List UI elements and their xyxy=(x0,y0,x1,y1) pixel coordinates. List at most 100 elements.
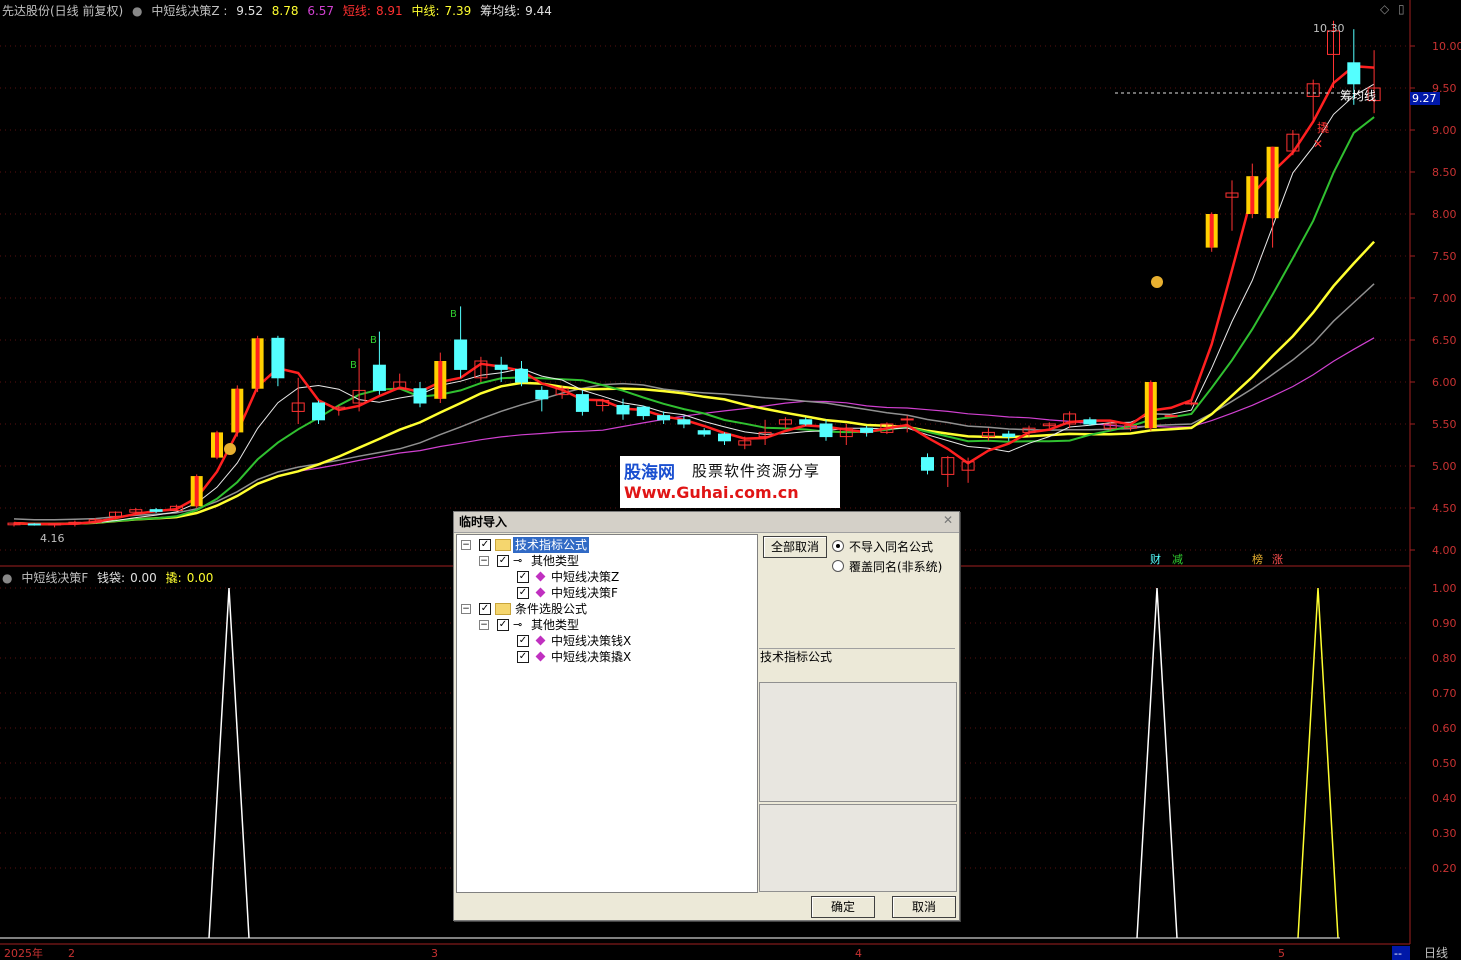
signal-peak xyxy=(1297,587,1339,939)
collapse-icon[interactable]: − xyxy=(461,540,471,550)
money-label: 钱袋: xyxy=(97,571,126,585)
sub-tick-label: 0.50 xyxy=(1432,757,1457,770)
chevron-down-icon[interactable]: ● xyxy=(2,571,12,585)
tree-label-item2[interactable]: 中短线决策F xyxy=(551,585,618,601)
indicator-name[interactable]: 中短线决策Z : xyxy=(151,4,227,18)
candle-core xyxy=(1270,146,1275,219)
price-tick-label: 5.00 xyxy=(1432,460,1457,473)
checkbox-item4[interactable]: ✓ xyxy=(517,651,529,663)
sub-tick-label: 0.70 xyxy=(1432,687,1457,700)
folder-icon xyxy=(495,539,511,551)
checkbox-item1[interactable]: ✓ xyxy=(517,571,529,583)
sub-tick-label: 1.00 xyxy=(1432,582,1457,595)
tree-label-item1[interactable]: 中短线决策Z xyxy=(551,569,619,585)
tree-label-group1[interactable]: 技术指标公式 xyxy=(513,537,590,553)
sub-tick-label: 0.40 xyxy=(1432,792,1457,805)
checkbox-group2-sub[interactable]: ✓ xyxy=(497,619,509,631)
candle-body xyxy=(535,389,549,400)
mid-line-label: 中线: xyxy=(411,4,440,18)
candle-body xyxy=(149,509,163,512)
collapse-icon[interactable]: − xyxy=(479,620,489,630)
sub-tick-label: 0.60 xyxy=(1432,722,1457,735)
cancel-button[interactable]: 取消 xyxy=(892,896,956,918)
candle-core xyxy=(215,432,219,458)
pry-signal: 撬 xyxy=(1317,121,1329,135)
time-label-m5: 5 xyxy=(1278,947,1285,960)
checkbox-item2[interactable]: ✓ xyxy=(517,587,529,599)
price-tick-label: 6.50 xyxy=(1432,334,1457,347)
chip-label: 筹均线: xyxy=(480,4,521,18)
ok-button[interactable]: 确定 xyxy=(811,896,875,918)
watermark-slogan: 股票软件资源分享 xyxy=(692,462,821,480)
signal-peak xyxy=(1136,587,1178,939)
window-control-icon[interactable]: ▯ xyxy=(1398,2,1405,16)
cancel-all-button[interactable]: 全部取消 xyxy=(763,536,827,558)
price-tick-label: 6.00 xyxy=(1432,376,1457,389)
checkbox-group2[interactable]: ✓ xyxy=(479,603,491,615)
price-tick-label: 10.00 xyxy=(1432,40,1461,53)
key-icon: ⊸ xyxy=(513,554,523,567)
money-bag-icon xyxy=(224,443,236,455)
tree-label-group1-sub[interactable]: 其他类型 xyxy=(531,553,579,569)
buy-signal: B xyxy=(450,309,457,320)
period-label[interactable]: 日线 xyxy=(1424,946,1448,960)
radio-overwrite[interactable] xyxy=(832,560,844,572)
value-1: 9.52 xyxy=(236,4,263,18)
price-tick-label: 7.00 xyxy=(1432,292,1457,305)
price-tick-label: 8.00 xyxy=(1432,208,1457,221)
radio-skip-duplicate-label[interactable]: 不导入同名公式 xyxy=(849,538,933,555)
dialog-title-bar[interactable]: 临时导入 ✕ xyxy=(454,512,959,533)
chip-value: 9.44 xyxy=(525,4,552,18)
short-line-value: 8.91 xyxy=(375,4,403,18)
candle-core xyxy=(194,476,199,507)
main-indicator-header: 先达股份(日线 前复权) ● 中短线决策Z : 9.52 8.78 6.57 短… xyxy=(2,2,557,19)
tree-label-item4[interactable]: 中短线决策撬X xyxy=(551,649,631,665)
close-icon[interactable]: ✕ xyxy=(941,513,955,527)
candle-body xyxy=(860,427,874,433)
collapse-icon[interactable]: − xyxy=(479,556,489,566)
sub-axis-labels: 1.00 0.90 0.80 0.70 0.60 0.50 0.40 0.30 0.20 xyxy=(1432,582,1457,875)
candle-body xyxy=(1347,62,1361,85)
checkbox-group1-sub[interactable]: ✓ xyxy=(497,555,509,567)
tree-label-group2-sub[interactable]: 其他类型 xyxy=(531,617,579,633)
value-2: 8.78 xyxy=(271,4,299,18)
formula-tree[interactable]: − ✓ 技术指标公式 − ✓ ⊸ 其他类型 ✓ 中短线决策Z ✓ 中短线决策F … xyxy=(456,534,758,893)
candle-body xyxy=(312,402,325,421)
candlestick-series xyxy=(7,20,1381,528)
candle-core xyxy=(255,338,260,389)
value-3: 6.57 xyxy=(307,4,335,18)
radio-skip-duplicate[interactable] xyxy=(832,540,844,552)
time-label-m4: 4 xyxy=(855,947,862,960)
sub-indicator-header: ● 中短线决策F 钱袋: 0.00 撬: 0.00 xyxy=(2,569,218,586)
dialog-title: 临时导入 xyxy=(459,515,508,529)
diamond-icon[interactable]: ◇ xyxy=(1380,2,1389,16)
sub-tick-label: 0.20 xyxy=(1432,862,1457,875)
formula-icon xyxy=(535,635,546,646)
time-label-year: 2025年 xyxy=(4,946,43,960)
candle-body xyxy=(677,419,691,425)
candle-body xyxy=(515,368,528,383)
info-panel-bottom xyxy=(759,804,957,892)
tree-label-item3[interactable]: 中短线决策钱X xyxy=(551,633,631,649)
chevron-down-icon[interactable]: ● xyxy=(132,4,142,18)
short-line-label: 短线: xyxy=(342,4,371,18)
signal-cai: 财 xyxy=(1150,552,1161,566)
candle-body xyxy=(799,419,813,425)
sub-indicator-name[interactable]: 中短线决策F xyxy=(21,571,88,585)
stock-name[interactable]: 先达股份(日线 前复权) xyxy=(2,4,123,18)
tree-label-group2[interactable]: 条件选股公式 xyxy=(515,601,587,617)
candle-body xyxy=(718,433,731,442)
candle-core xyxy=(1250,176,1255,214)
checkbox-item3[interactable]: ✓ xyxy=(517,635,529,647)
price-tick-label: 7.50 xyxy=(1432,250,1457,263)
watermark-logo: 股海网 xyxy=(624,463,675,483)
collapse-icon[interactable]: − xyxy=(461,604,471,614)
money-value: 0.00 xyxy=(130,571,157,585)
import-dialog: 临时导入 ✕ − ✓ 技术指标公式 − ✓ ⊸ 其他类型 ✓ 中短线决策Z ✓ … xyxy=(453,511,960,921)
pry-label: 撬: xyxy=(165,571,182,585)
watermark-url: Www.Guhai.com.cn xyxy=(624,483,799,502)
info-panel-top xyxy=(759,682,957,802)
price-tick-label: 8.50 xyxy=(1432,166,1457,179)
checkbox-group1[interactable]: ✓ xyxy=(479,539,491,551)
radio-overwrite-label[interactable]: 覆盖同名(非系统) xyxy=(849,558,942,575)
